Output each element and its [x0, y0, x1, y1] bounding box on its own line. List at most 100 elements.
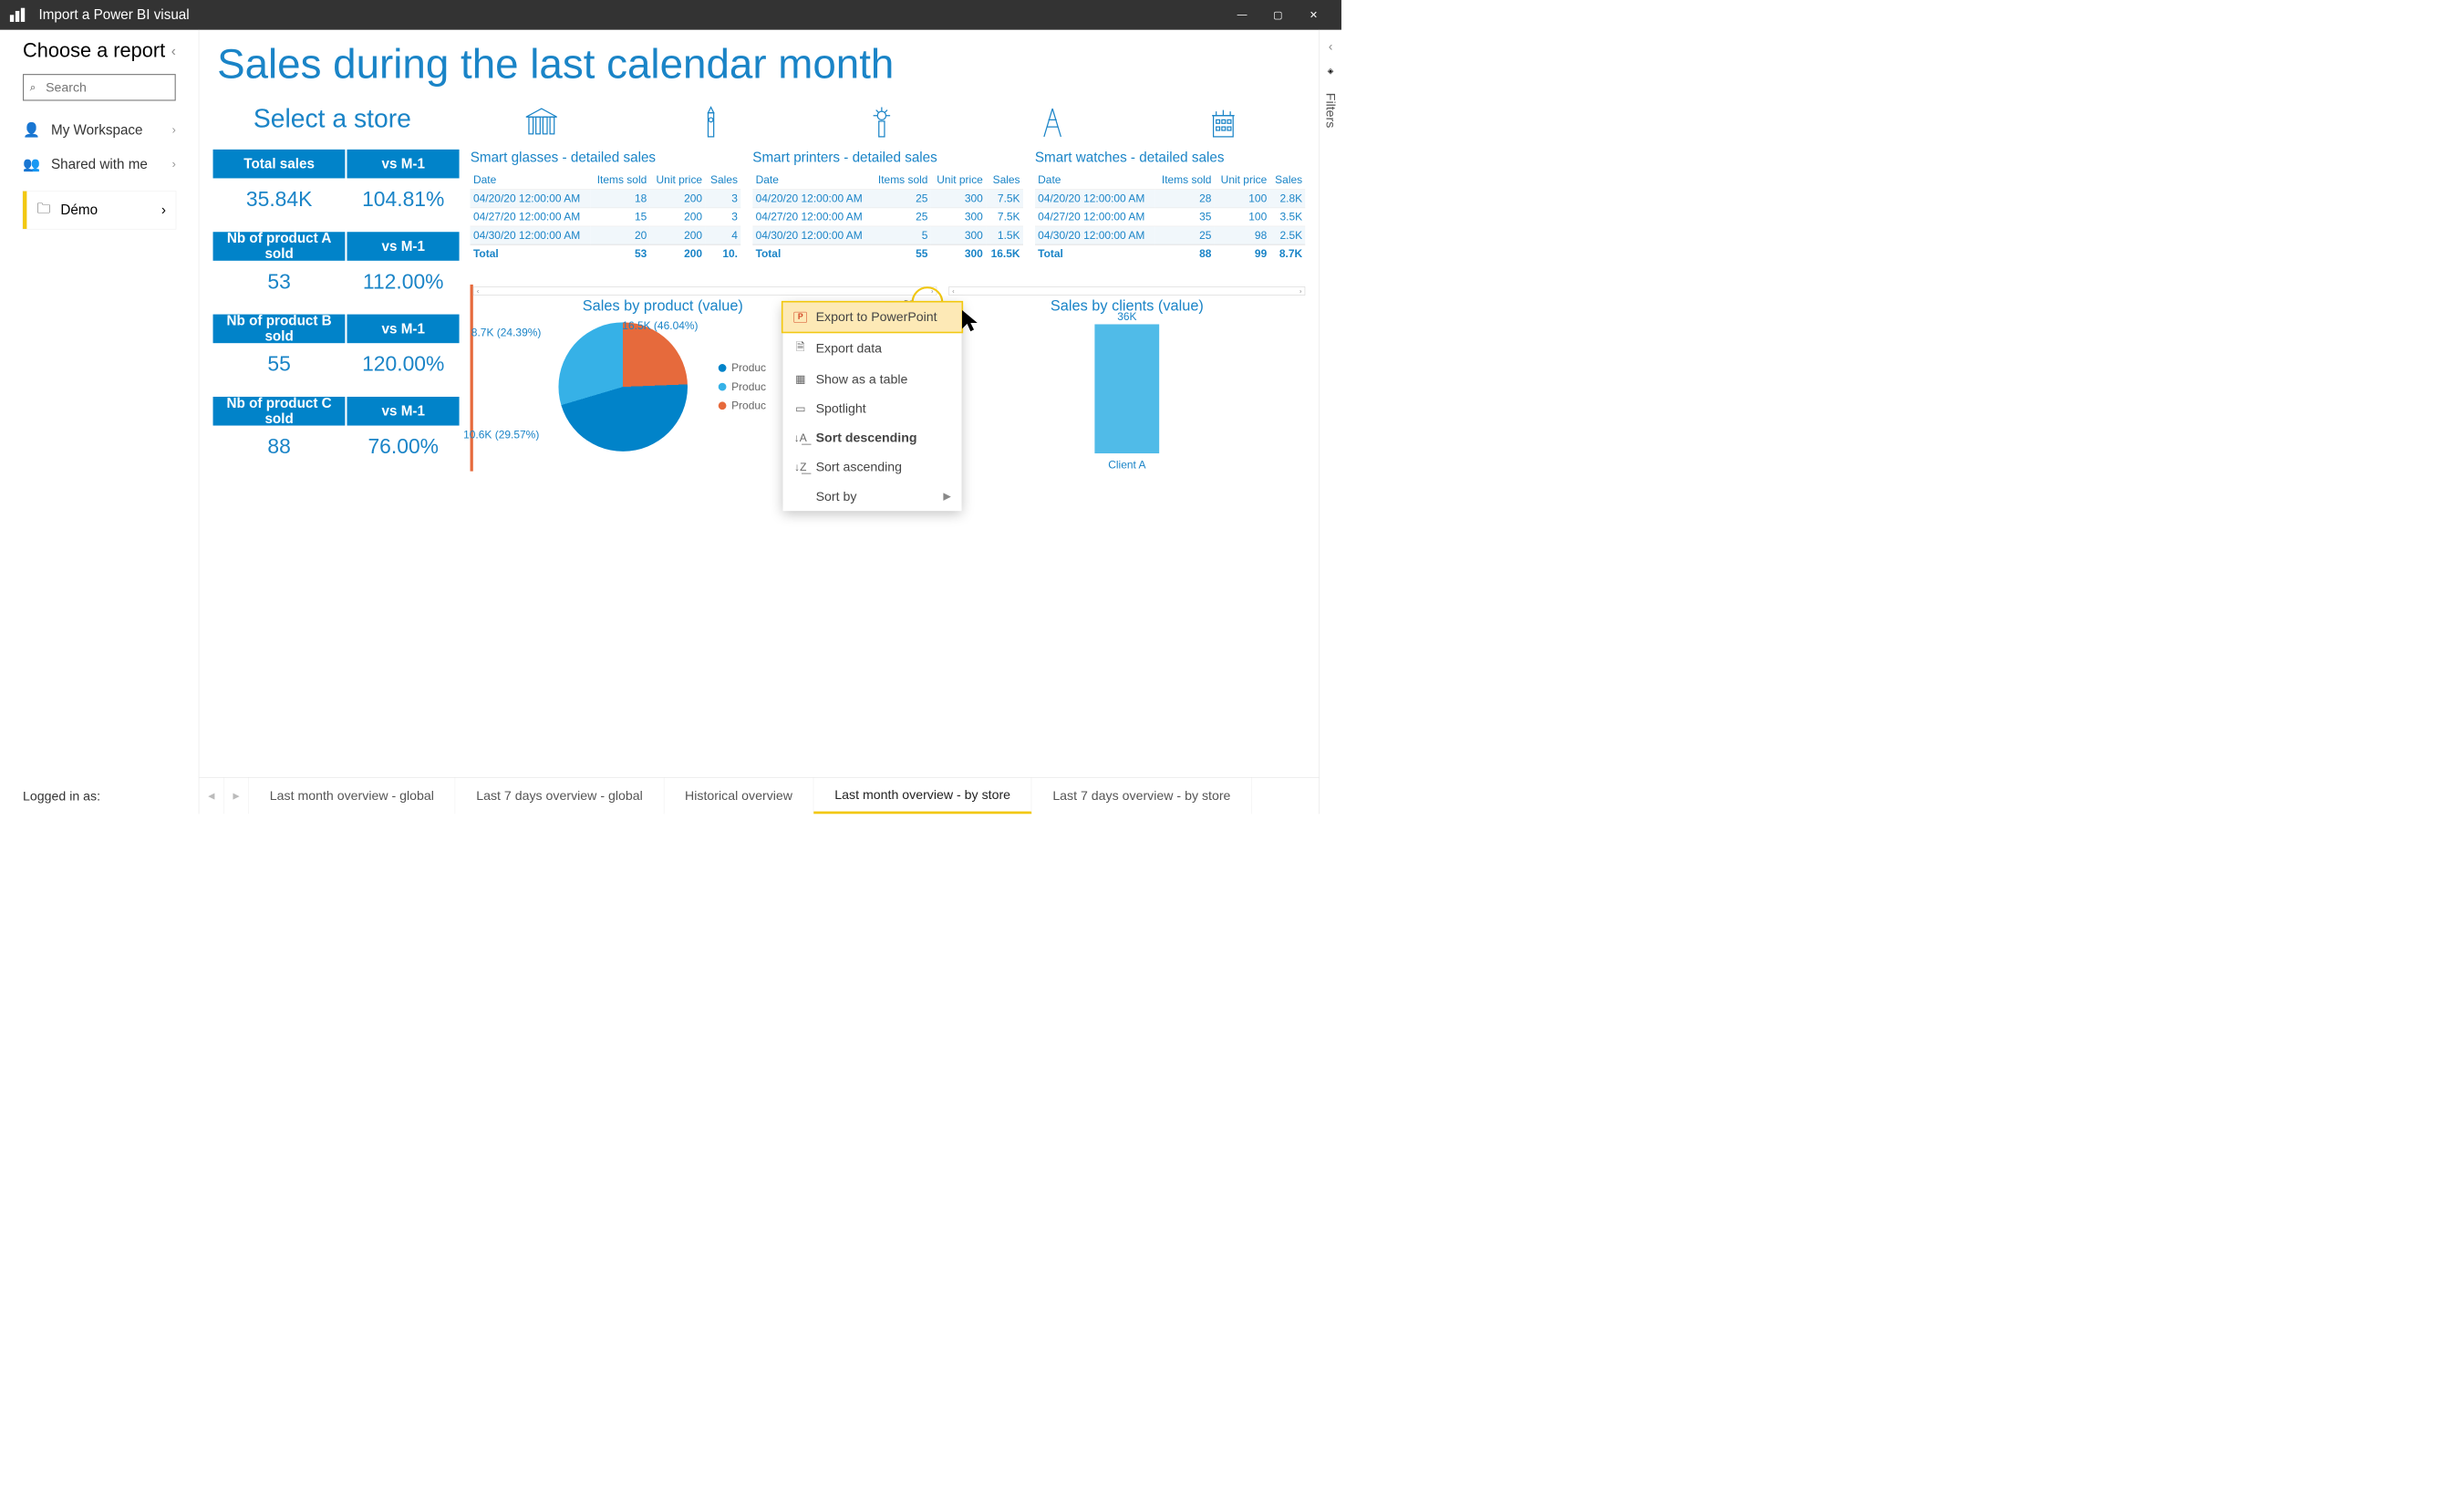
- horizontal-scrollbar[interactable]: ‹›: [473, 286, 937, 296]
- kpi-header: Nb of product B sold: [213, 315, 346, 344]
- spotlight-icon: ▭: [794, 402, 807, 415]
- table-smart-watches[interactable]: Smart watches - detailed sales DateItems…: [1035, 150, 1306, 263]
- report-tabs: ◄ ► Last month overview - global Last 7 …: [199, 777, 1319, 814]
- chart-sales-by-clients[interactable]: ‹› Sales by clients (value) 36K Client A: [948, 285, 1305, 472]
- chevron-right-icon: ›: [172, 123, 176, 137]
- tab-last-7-days-global[interactable]: Last 7 days overview - global: [455, 778, 664, 815]
- sidebar: Choose a report ‹ ⌕ 👤My Workspace › 👥Sha…: [0, 30, 199, 815]
- sort-asc-icon: ↓Z͟: [794, 461, 807, 473]
- mouse-cursor-icon: [959, 308, 981, 335]
- table-title: Smart glasses - detailed sales: [471, 150, 741, 165]
- sidebar-item-label: Démo: [60, 202, 98, 218]
- app-title: Import a Power BI visual: [38, 7, 189, 23]
- sidebar-collapse-button[interactable]: ‹: [171, 43, 176, 58]
- window-maximize-button[interactable]: ▢: [1260, 0, 1296, 30]
- table-row[interactable]: 04/20/20 12:00:00 AM253007.5K: [752, 190, 1023, 208]
- table-row[interactable]: 04/20/20 12:00:00 AM281002.8K: [1035, 190, 1306, 208]
- kpi-value: 76.00%: [347, 426, 460, 472]
- store-eiffel-icon[interactable]: [970, 98, 1134, 140]
- window-minimize-button[interactable]: —: [1224, 0, 1259, 30]
- store-brandenburg-icon[interactable]: [459, 98, 623, 140]
- kpi-value: 35.84K: [213, 178, 346, 223]
- table-row[interactable]: 04/27/20 12:00:00 AM152003: [471, 208, 741, 226]
- table-title: Smart printers - detailed sales: [752, 150, 1023, 165]
- chevron-right-icon: ›: [161, 202, 166, 218]
- sidebar-heading: Choose a report: [23, 40, 165, 62]
- table-row[interactable]: 04/27/20 12:00:00 AM351003.5K: [1035, 208, 1306, 226]
- chart-sales-by-product[interactable]: ‹› Sales by product (value) ▽ ⛶ ••• 8.7K…: [471, 285, 937, 472]
- chart-legend: Produc Produc Produc: [719, 361, 766, 412]
- tab-scroll-left-button[interactable]: ◄: [199, 778, 223, 815]
- pie-slice-label: 16.5K (46.04%): [622, 319, 698, 332]
- kpi-header: Nb of product A sold: [213, 232, 346, 261]
- legend-swatch-icon: [719, 364, 727, 372]
- tab-historical-overview[interactable]: Historical overview: [664, 778, 813, 815]
- table-total-row: Total88998.7K: [1035, 244, 1306, 263]
- sidebar-item-shared-with-me[interactable]: 👥Shared with me ›: [0, 147, 199, 182]
- bar-value-label: 36K: [1094, 310, 1159, 323]
- filters-pane-collapsed[interactable]: ‹ ◈ Filters: [1320, 30, 1341, 815]
- store-building-icon[interactable]: [1142, 98, 1306, 140]
- menu-item-show-as-table[interactable]: ▦Show as a table: [783, 365, 962, 394]
- sidebar-item-label: My Workspace: [51, 122, 143, 138]
- menu-item-export-powerpoint[interactable]: PExport to PowerPoint: [783, 303, 962, 332]
- report-title: Sales during the last calendar month: [217, 40, 1305, 88]
- sidebar-footer-status: Logged in as:: [0, 779, 199, 815]
- pie-slice-label: 8.7K (24.39%): [471, 327, 542, 339]
- table-row[interactable]: 04/20/20 12:00:00 AM182003: [471, 190, 741, 208]
- app-logo-icon: [10, 8, 31, 22]
- legend-swatch-icon: [719, 401, 727, 410]
- bar-client-a: 36K: [1094, 324, 1159, 453]
- col-items: Items sold: [590, 171, 649, 190]
- kpi-value: 104.81%: [347, 178, 460, 223]
- table-title: Smart watches - detailed sales: [1035, 150, 1306, 165]
- table-row[interactable]: 04/30/20 12:00:00 AM202004: [471, 226, 741, 244]
- tab-last-month-by-store[interactable]: Last month overview - by store: [813, 778, 1031, 815]
- kpi-value: 120.00%: [347, 343, 460, 389]
- sort-desc-icon: ↓A͟: [794, 431, 807, 444]
- select-store-label: Select a store: [213, 104, 451, 134]
- horizontal-scrollbar[interactable]: ‹›: [948, 286, 1305, 296]
- report-canvas: Sales during the last calendar month Sel…: [199, 30, 1319, 815]
- sidebar-item-label: Shared with me: [51, 156, 148, 171]
- store-bigben-icon[interactable]: [629, 98, 793, 140]
- folder-icon: 🗀: [36, 198, 50, 222]
- table-row[interactable]: 04/30/20 12:00:00 AM53001.5K: [752, 226, 1023, 244]
- kpi-header: vs M-1: [347, 150, 460, 179]
- chart-title: Sales by product (value): [583, 297, 743, 315]
- table-row[interactable]: 04/27/20 12:00:00 AM253007.5K: [752, 208, 1023, 226]
- table-total-row: Total5530016.5K: [752, 244, 1023, 263]
- tab-last-month-global[interactable]: Last month overview - global: [249, 778, 455, 815]
- kpi-value: 55: [213, 343, 346, 389]
- bar-category-label: Client A: [948, 458, 1305, 471]
- tab-scroll-right-button[interactable]: ►: [224, 778, 249, 815]
- menu-item-sort-descending[interactable]: ↓A͟Sort descending: [783, 423, 962, 452]
- window-close-button[interactable]: ✕: [1296, 0, 1331, 30]
- menu-item-sort-by[interactable]: Sort by▶: [783, 482, 962, 511]
- tab-last-7-days-by-store[interactable]: Last 7 days overview - by store: [1031, 778, 1251, 815]
- filters-label: Filters: [1323, 93, 1339, 129]
- col-sales: Sales: [705, 171, 740, 190]
- menu-item-export-data[interactable]: 🗎Export data: [783, 332, 962, 365]
- store-liberty-icon[interactable]: [800, 98, 964, 140]
- sidebar-item-demo[interactable]: 🗀 Démo ›: [23, 192, 176, 229]
- kpi-header: vs M-1: [347, 315, 460, 344]
- context-menu: PExport to PowerPoint 🗎Export data ▦Show…: [783, 303, 962, 512]
- kpi-header: Total sales: [213, 150, 346, 179]
- table-icon: ▦: [794, 373, 807, 386]
- kpi-column: Total sales vs M-1 35.84K 104.81% Nb of …: [213, 150, 460, 472]
- kpi-header: vs M-1: [347, 232, 460, 261]
- menu-item-spotlight[interactable]: ▭Spotlight: [783, 394, 962, 423]
- legend-swatch-icon: [719, 383, 727, 391]
- chevron-right-icon: ▶: [943, 490, 950, 503]
- sidebar-item-my-workspace[interactable]: 👤My Workspace ›: [0, 113, 199, 148]
- kpi-value: 88: [213, 426, 346, 472]
- table-smart-glasses[interactable]: Smart glasses - detailed sales Date Item…: [471, 150, 741, 263]
- kpi-value: 53: [213, 261, 346, 306]
- table-row[interactable]: 04/30/20 12:00:00 AM25982.5K: [1035, 226, 1306, 244]
- col-price: Unit price: [650, 171, 706, 190]
- table-smart-printers[interactable]: Smart printers - detailed sales DateItem…: [752, 150, 1023, 263]
- search-input[interactable]: [23, 74, 176, 100]
- people-icon: 👥: [23, 156, 40, 172]
- menu-item-sort-ascending[interactable]: ↓Z͟Sort ascending: [783, 452, 962, 482]
